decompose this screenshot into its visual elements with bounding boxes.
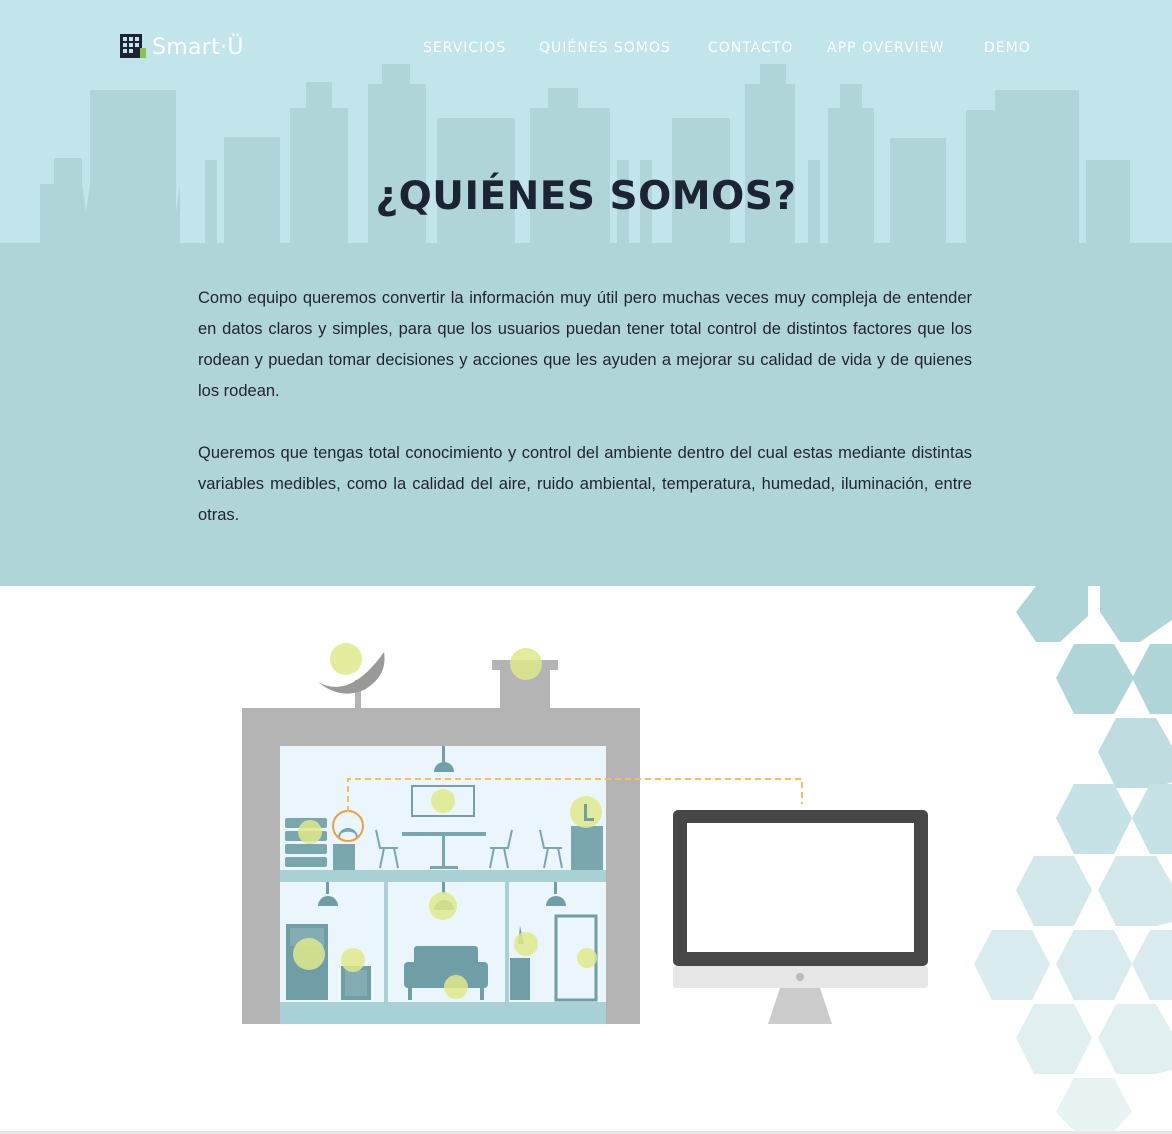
building-grid-icon: [120, 34, 146, 58]
building: [242, 643, 640, 1024]
hexagon-pattern: [974, 586, 1172, 1131]
nav-link-app-overview[interactable]: APP OVERVIEW: [827, 40, 944, 56]
nav-link-quienes-somos[interactable]: QUIÉNES SOMOS: [539, 40, 671, 56]
monitor: [673, 810, 928, 1024]
nav-link-servicios[interactable]: SERVICIOS: [423, 40, 506, 56]
about-paragraph: Como equipo queremos convertir la inform…: [198, 289, 972, 400]
nav-link-contacto[interactable]: CONTACTO: [708, 40, 793, 56]
nav-link-demo[interactable]: DEMO: [984, 40, 1031, 56]
brand-name: Smart·Ü: [152, 34, 244, 60]
page-title: ¿QUIÉNES SOMOS?: [375, 174, 797, 219]
smart-building-illustration: [242, 586, 1172, 1131]
about-text: Como equipo queremos convertir la inform…: [198, 283, 972, 531]
about-paragraph: Queremos que tengas total conocimiento y…: [198, 444, 972, 524]
brand-logo[interactable]: Smart·Ü: [120, 34, 244, 60]
